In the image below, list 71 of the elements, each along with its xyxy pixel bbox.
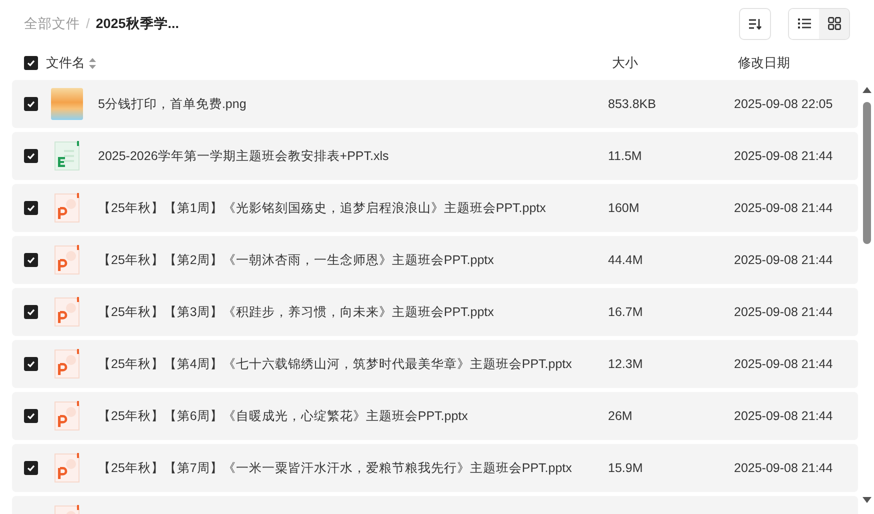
file-row[interactable]: 【25年秋】【第2周】《一朝沐杏雨，一生念师恩》主题班会PPT.pptx 44.4M 2025-09-08 21:44 [12,236,858,284]
column-header[interactable]: 大小 [612,54,738,72]
list-view-icon [798,18,810,29]
file-size: 26M [608,409,634,423]
spreadsheet-file-icon [54,141,80,171]
presentation-file-icon [54,453,80,483]
file-row[interactable]: 【25年秋】【第3周】《积跬步，养习惯，向未来》主题班会PPT.pptx 16.7M 2025-09-08 21:44 [12,288,858,336]
file-row[interactable]: 【25年秋】【第4周】《七十六载锦绣山河，筑梦时代最美华章》主题班会PPT.pptx 12.3M 2025-09-08 21:44 [12,340,858,388]
checkbox[interactable] [24,305,38,319]
file-name: 【25年秋】【第4周】《七十六载锦绣山河，筑梦时代最美华章》主题班会PPT.pptx [97,356,573,372]
file-size: 44.4M [608,253,644,267]
modified-date: 2025-09-08 22:05 [734,97,834,111]
scroll-up-icon[interactable] [862,86,872,94]
scroll-down-icon[interactable] [862,496,872,504]
check-icon [26,359,36,369]
grid-view-icon [828,17,840,30]
breadcrumb-separator: / [86,16,90,31]
checkbox[interactable] [24,56,38,70]
presentation-file-icon [54,245,80,275]
check-icon [26,463,36,473]
check-icon [26,255,36,265]
file-name: 【25年秋】【第1周】《光影铭刻国殇史，追梦启程浪浪山》主题班会PPT.pptx [97,200,547,216]
sort-arrows-icon[interactable] [89,58,96,68]
modified-date: 2025-09-08 21:44 [734,201,834,215]
file-row[interactable]: 5分钱打印，首单免费.png 853.8KB 2025-09-08 22:05 [12,80,858,128]
checkbox[interactable] [24,461,38,475]
file-name: 【25年秋】【第6周】《自暖成光，心绽繁花》主题班会PPT.pptx [97,408,469,424]
file-size: 15.9M [608,461,644,475]
file-size: 11.5M [608,149,643,163]
file-row[interactable]: 【25年秋】【第7周】《一米一粟皆汗水汗水，爱粮节粮我先行》主题班会PPT.pptx 15.9M 2025-09-08 21:44 [12,444,858,492]
file-row[interactable]: 2025-2026学年第一学期主题班会教安排表+PPT.xls 11.5M 2025-09-08 21:44 [12,132,858,180]
presentation-file-icon [54,349,80,379]
modified-date: 2025-09-08 21:44 [734,253,834,267]
presentation-file-icon [54,193,80,223]
checkbox[interactable] [24,97,38,111]
file-row[interactable]: 【25年秋】【第1周】《光影铭刻国殇史，追梦启程浪浪山》主题班会PPT.pptx 160M 2025-09-08 21:44 [12,184,858,232]
file-name: 【25年秋】【第3周】《积跬步，养习惯，向未来》主题班会PPT.pptx [97,304,495,320]
file-size: 160M [608,201,640,215]
modified-date: 2025-09-08 21:44 [734,357,834,371]
checkbox[interactable] [24,201,38,215]
column-header[interactable]: 修改日期 [738,54,874,72]
modified-date: 2025-09-08 21:44 [734,461,834,475]
checkbox[interactable] [24,357,38,371]
file-size: 12.3M [608,357,644,371]
checkbox[interactable] [24,409,38,423]
modified-date: 2025-09-08 21:44 [734,409,834,423]
sort-icon [748,18,762,30]
file-size: 853.8KB [608,97,657,111]
thumbnail-image [51,88,83,120]
check-icon [26,307,36,317]
check-icon [26,99,36,109]
check-icon [26,411,36,421]
check-icon [26,58,36,68]
checkbox[interactable] [24,149,38,163]
file-name: 【25年秋】【第7周】《一米一粟皆汗水汗水，爱粮节粮我先行》主题班会PPT.pptx [97,460,573,476]
file-name: 【25年秋】【第2周】《一朝沐杏雨，一生念师恩》主题班会PPT.pptx [97,252,495,268]
sort-button[interactable] [739,8,771,40]
check-icon [26,203,36,213]
file-row[interactable]: 【25年秋】【第6周】《自暖成光，心绽繁花》主题班会PPT.pptx 26M 2025-09-08 21:44 [12,392,858,440]
file-name: 2025-2026学年第一学期主题班会教安排表+PPT.xls [97,148,390,164]
breadcrumb-item[interactable]: 2025秋季学... [96,14,180,32]
file-size: 16.7M [608,305,644,319]
modified-date: 2025-09-08 21:44 [734,305,834,319]
column-header[interactable]: 文件名 [46,54,85,72]
check-icon [26,151,36,161]
modified-date: 2025-09-08 21:44 [734,149,834,163]
presentation-file-icon [54,401,80,431]
checkbox[interactable] [24,253,38,267]
file-name: 5分钱打印，首单免费.png [97,96,248,112]
presentation-file-icon [54,297,80,327]
grid-view-button[interactable] [819,8,849,38]
